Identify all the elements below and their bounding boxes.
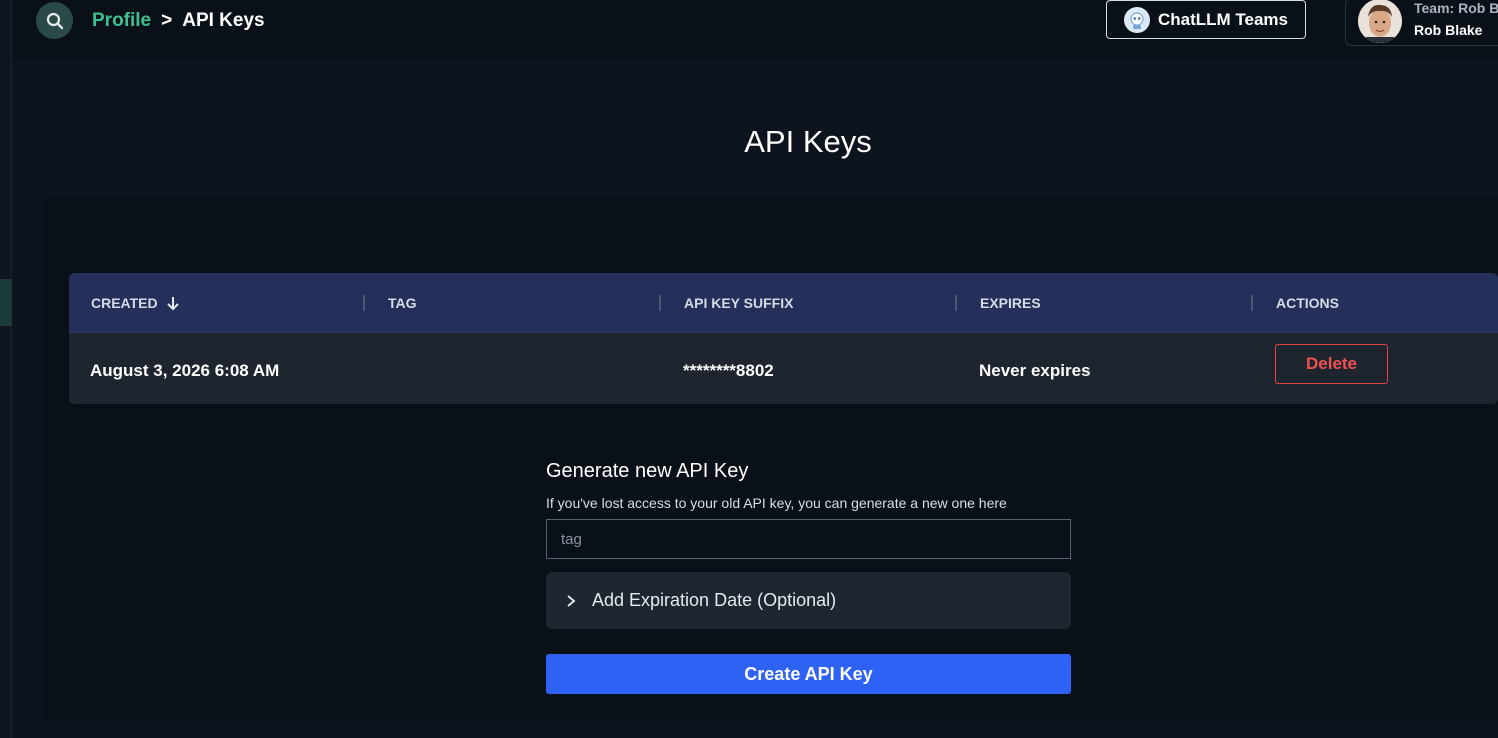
search-icon <box>46 12 63 29</box>
cell-created: August 3, 2026 6:08 AM <box>90 361 280 380</box>
chevron-right-icon <box>567 594 576 607</box>
cell-expires: Never expires <box>979 361 1091 380</box>
tag-input[interactable]: tag <box>546 519 1071 559</box>
team-label: Team: Rob B <box>1414 0 1498 16</box>
robot-icon <box>1123 6 1150 33</box>
left-rail-active-indicator <box>0 279 12 326</box>
top-bar: Profile > API Keys ChatLLM Teams Team: R… <box>12 0 1498 58</box>
delete-button[interactable]: Delete <box>1275 344 1388 384</box>
api-keys-table: CREATED TAG API KEY SUFFIX EXPIRES ACTIO… <box>69 273 1498 404</box>
column-divider <box>659 295 661 311</box>
column-header-actions: ACTIONS <box>1276 295 1339 311</box>
column-divider <box>363 295 365 311</box>
table-row: August 3, 2026 6:08 AM ********8802 Neve… <box>69 333 1498 404</box>
expiration-date-accordion[interactable]: Add Expiration Date (Optional) <box>546 572 1071 629</box>
tag-input-placeholder: tag <box>561 530 582 548</box>
create-api-key-button[interactable]: Create API Key <box>546 654 1071 694</box>
column-divider <box>955 295 957 311</box>
user-name: Rob Blake <box>1414 22 1483 38</box>
left-rail <box>0 0 12 738</box>
page-title: API Keys <box>744 124 872 159</box>
arrow-down-icon <box>166 297 179 311</box>
api-keys-panel: CREATED TAG API KEY SUFFIX EXPIRES ACTIO… <box>44 198 1498 719</box>
expiration-label: Add Expiration Date (Optional) <box>592 590 837 610</box>
breadcrumb: Profile > API Keys <box>92 9 265 33</box>
generate-title: Generate new API Key <box>546 460 749 482</box>
generate-subtitle: If you've lost access to your old API ke… <box>546 495 1007 511</box>
column-header-expires[interactable]: EXPIRES <box>980 295 1041 311</box>
breadcrumb-current: API Keys <box>182 10 265 31</box>
breadcrumb-separator: > <box>161 10 173 31</box>
column-header-tag[interactable]: TAG <box>388 295 417 311</box>
teams-button-label: ChatLLM Teams <box>1157 9 1289 29</box>
table-header: CREATED TAG API KEY SUFFIX EXPIRES ACTIO… <box>69 273 1498 333</box>
column-header-created[interactable]: CREATED <box>91 295 180 311</box>
search-button[interactable] <box>36 2 73 39</box>
avatar <box>1358 0 1402 43</box>
cell-suffix: ********8802 <box>683 361 774 380</box>
column-divider <box>1251 295 1253 311</box>
column-header-suffix[interactable]: API KEY SUFFIX <box>684 295 793 311</box>
user-menu[interactable]: Team: Rob B Rob Blake <box>1345 0 1498 46</box>
chatllm-teams-button[interactable]: ChatLLM Teams <box>1106 0 1306 39</box>
breadcrumb-profile-link[interactable]: Profile <box>92 10 151 32</box>
